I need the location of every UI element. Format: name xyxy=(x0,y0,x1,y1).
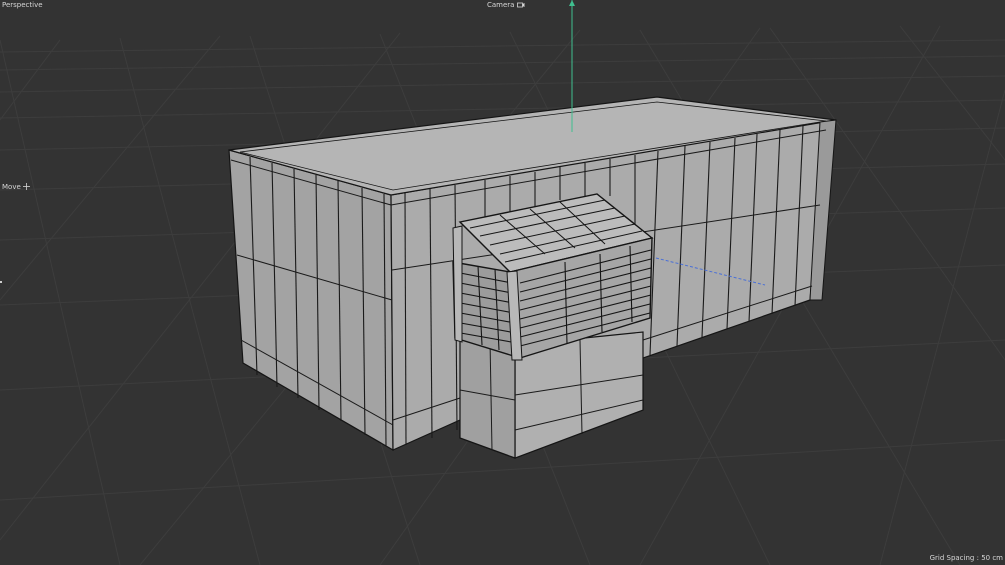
cage-pillar-left xyxy=(452,225,463,343)
camera-icon xyxy=(516,2,525,8)
y-axis-arrow xyxy=(569,0,575,6)
active-tool-label: Move xyxy=(2,183,21,191)
building-model[interactable] xyxy=(228,96,837,459)
grid-spacing-readout: Grid Spacing : 50 cm xyxy=(930,554,1003,563)
move-crosshair-icon xyxy=(23,183,31,190)
camera-label: Camera xyxy=(487,1,515,9)
grid-spacing-label: Grid Spacing xyxy=(929,554,975,562)
active-tool-indicator: Move xyxy=(2,183,31,192)
camera-menu[interactable]: Camera xyxy=(487,1,525,10)
view-name-label[interactable]: Perspective xyxy=(2,1,43,10)
3d-viewport[interactable]: Perspective Camera Move Grid Spacing : 5… xyxy=(0,0,1005,565)
viewport-edge-marker xyxy=(0,281,2,283)
building-left-wall[interactable] xyxy=(228,149,394,452)
grid-spacing-value: 50 cm xyxy=(981,554,1003,562)
viewport-scene[interactable] xyxy=(0,0,1005,565)
